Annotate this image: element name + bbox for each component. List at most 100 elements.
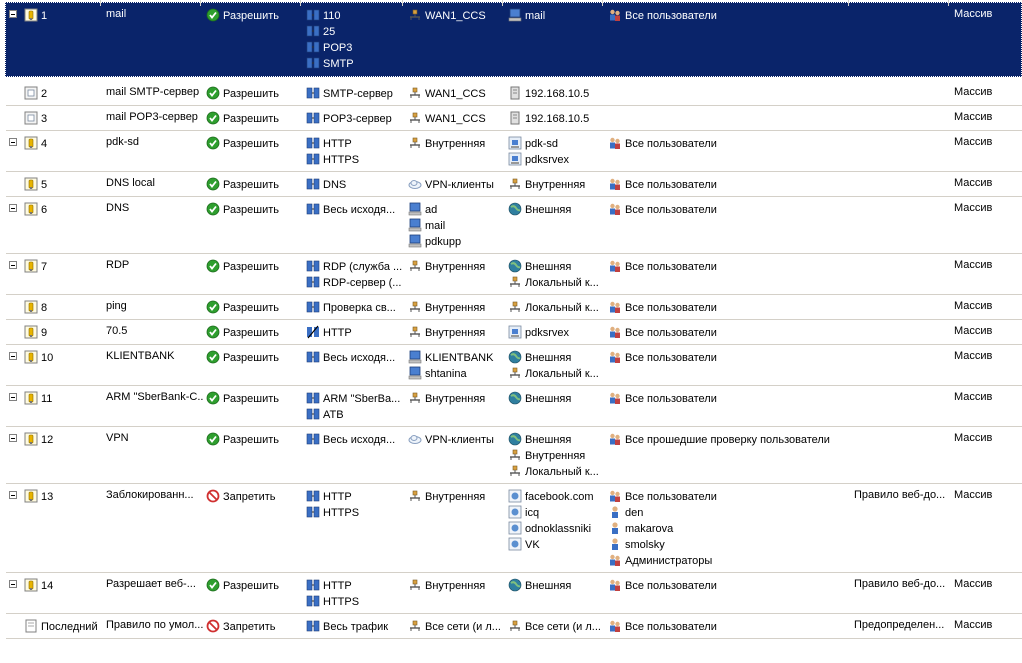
collapse-toggle[interactable] (9, 261, 17, 269)
user-item: Все пользователи (608, 202, 854, 218)
users-cell: Все пользователи (608, 391, 854, 407)
protocol-item: ARM "SberBa... (306, 391, 408, 407)
publish-rule-icon (24, 86, 41, 100)
protocol-icon (306, 87, 323, 100)
rule-row[interactable]: 11 ARM "SberBank-C... Разрешить ARM "SberBa… (6, 386, 1022, 427)
rule-order-cell: 12 (24, 432, 108, 446)
protocol-label: HTTP (323, 327, 352, 339)
source-item-label: VPN-клиенты (425, 434, 494, 446)
rule-row[interactable]: 7 RDP Разрешить RDP (служба ... RDP-сервер (… (6, 254, 1022, 295)
rule-icon (24, 136, 41, 150)
collapse-toggle[interactable] (9, 204, 17, 212)
destination-item: icq (508, 505, 608, 521)
protocol-item: POP3 (306, 40, 408, 56)
destination-cell: pdksrvex (508, 325, 608, 341)
globe-icon (508, 391, 525, 405)
allow-icon (206, 350, 223, 364)
action-cell: Разрешить (206, 111, 306, 125)
protocol-item: Весь трафик (306, 619, 408, 635)
source-item: Внутренняя (408, 259, 508, 275)
network-icon (508, 367, 525, 380)
firewall-policy-grid[interactable]: 1 mail Разрешить 110 25 POP3 SMTP WAN1_CCS mail В… (0, 0, 1022, 663)
protocol-item: 110 (306, 8, 408, 24)
protocols-cell: ARM "SberBa... ATB (306, 391, 408, 423)
array-cell: Массив (954, 300, 1022, 312)
protocol-icon (306, 595, 323, 608)
array-cell: Массив (954, 325, 1022, 337)
action-label: Разрешить (223, 204, 279, 216)
users-icon (608, 579, 625, 592)
rule-row[interactable]: 12 VPN Разрешить Весь исходя... VPN-клиенты В… (6, 427, 1022, 484)
protocols-cell: DNS (306, 177, 408, 193)
rule-row[interactable]: 5 DNS local Разрешить DNS VPN-клиенты Внутрен… (6, 172, 1022, 197)
collapse-toggle[interactable] (9, 434, 17, 442)
rule-icon (24, 578, 41, 592)
source-item: Внутренняя (408, 325, 508, 341)
rule-number: Последний (41, 621, 98, 633)
protocol-item: HTTPS (306, 152, 408, 168)
protocol-icon (306, 408, 323, 421)
destination-item: Внешняя (508, 259, 608, 275)
collapse-toggle[interactable] (9, 491, 17, 499)
collapse-toggle[interactable] (9, 138, 17, 146)
destination-item: Локальный к... (508, 366, 608, 382)
user-item-label: Все пользователи (625, 10, 717, 22)
rule-icon (24, 177, 41, 191)
array-label: Массив (954, 259, 993, 271)
destination-item: 192.168.10.5 (508, 111, 608, 127)
globe-icon (508, 350, 525, 364)
rule-row[interactable]: 10 KLIENTBANK Разрешить Весь исходя... KLIEN… (6, 345, 1022, 386)
rule-row[interactable]: 1 mail Разрешить 110 25 POP3 SMTP WAN1_CCS mail В… (5, 2, 1022, 77)
protocols-cell: Проверка св... (306, 300, 408, 316)
source-cell: WAN1_CCS (408, 111, 508, 127)
server-icon (508, 111, 525, 125)
users-icon (608, 301, 625, 314)
source-item-label: Внутренняя (425, 580, 486, 592)
user-icon (608, 522, 625, 535)
rule-name: Правило по умол... (106, 619, 204, 631)
user-item: Все пользователи (608, 391, 854, 407)
destination-cell: Внутренняя (508, 177, 608, 193)
rule-row[interactable]: 6 DNS Разрешить Весь исходя... ad mail pdkupp В… (6, 197, 1022, 254)
computer-set-icon (508, 136, 525, 150)
allow-icon (206, 202, 223, 216)
rule-row[interactable]: Последний Правило по умол... Запретить Весь… (6, 614, 1022, 639)
rule-row[interactable]: 13 Заблокированн... Запретить HTTP HTTPS Внут… (6, 484, 1022, 573)
protocol-label: POP3 (323, 42, 353, 54)
rule-name: VPN (106, 432, 129, 444)
users-cell: Все пользователи (608, 325, 854, 341)
user-item-label: makarova (625, 523, 674, 535)
rule-row[interactable]: 2 mail SMTP-сервер Разрешить SMTP-сервер WAN… (6, 81, 1022, 106)
url-set-icon (508, 489, 525, 503)
destination-item: 192.168.10.5 (508, 86, 608, 102)
rule-row[interactable]: 4 pdk-sd Разрешить HTTP HTTPS Внутренняя pdk-s… (6, 131, 1022, 172)
source-cell: Все сети (и л... (408, 619, 508, 635)
rule-row[interactable]: 9 70.5 Разрешить HTTP Внутренняя pdksrvex Все … (6, 320, 1022, 345)
protocol-label: 110 (323, 10, 341, 22)
network-icon (408, 490, 425, 503)
allow-icon (206, 111, 223, 125)
destination-item-label: Локальный к... (525, 277, 599, 289)
rule-row[interactable]: 3 mail POP3-сервер Разрешить POP3-сервер WAN… (6, 106, 1022, 131)
source-cell: Внутренняя (408, 300, 508, 316)
collapse-toggle[interactable] (9, 352, 17, 360)
destination-item: pdksrvex (508, 325, 608, 341)
source-item-label: WAN1_CCS (425, 88, 486, 100)
action-label: Разрешить (223, 10, 279, 22)
source-item-label: WAN1_CCS (425, 10, 486, 22)
rule-name: Разрешает веб-... (106, 578, 196, 590)
destination-item-label: pdksrvex (525, 154, 570, 166)
action-label: Разрешить (223, 113, 279, 125)
destination-cell: facebook.com icq odnoklassniki VK (508, 489, 608, 553)
protocol-icon (306, 433, 323, 446)
rule-row[interactable]: 14 Разрешает веб-... Разрешить HTTP HTTPS Вну… (6, 573, 1022, 614)
rule-order-cell: 7 (24, 259, 108, 273)
rule-row[interactable]: 8 ping Разрешить Проверка св... Внутренняя Ло… (6, 295, 1022, 320)
users-icon (608, 490, 625, 503)
protocols-cell: RDP (служба ... RDP-сервер (... (306, 259, 408, 291)
collapse-toggle[interactable] (9, 580, 17, 588)
network-icon (508, 449, 525, 462)
computer-icon (408, 350, 425, 364)
collapse-toggle[interactable] (9, 10, 17, 18)
collapse-toggle[interactable] (9, 393, 17, 401)
